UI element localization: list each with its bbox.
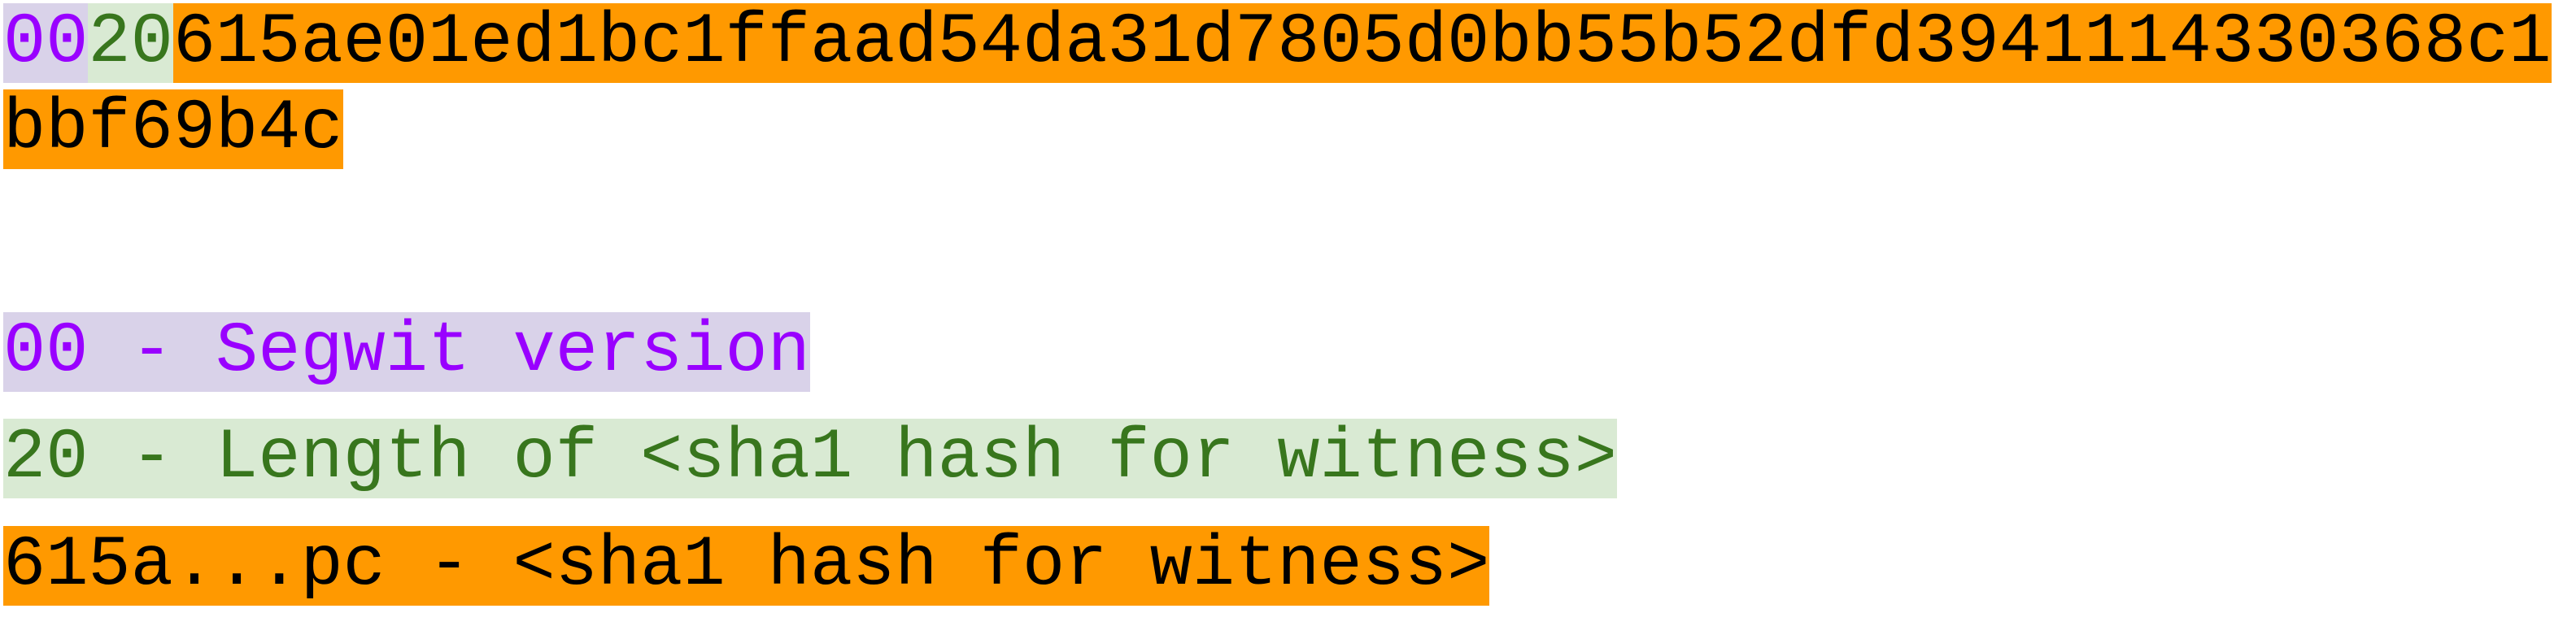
legend-segwit-version: 00 - Segwit version: [3, 312, 810, 392]
segwit-version-byte: 00: [3, 3, 89, 83]
hash-length-byte: 20: [88, 3, 173, 83]
legend-witness-hash: 615a...pc - <sha1 hash for witness>: [3, 526, 1490, 606]
witness-script-hex: 0020615ae01ed1bc1ffaad54da31d7805d0bb55b…: [3, 0, 2565, 172]
witness-hash: 615ae01ed1bc1ffaad54da31d7805d0bb55b52df…: [3, 3, 2552, 169]
legend-hash-length: 20 - Length of <sha1 hash for witness>: [3, 419, 1617, 498]
